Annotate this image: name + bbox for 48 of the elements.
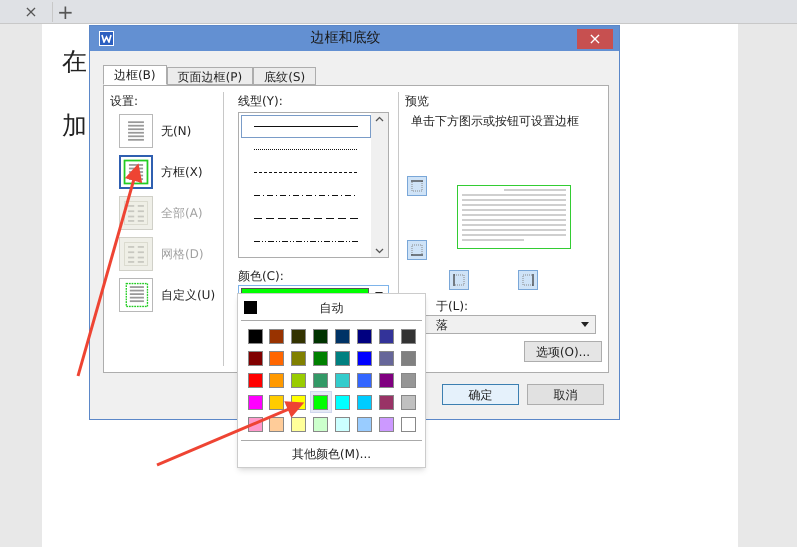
setting-label: 自定义(U): [161, 287, 216, 304]
dropdown-caret-icon: [581, 322, 589, 327]
document-text: 加: [62, 110, 87, 142]
scrollbar[interactable]: [371, 113, 388, 257]
dialog-tab[interactable]: 边框(B): [103, 65, 167, 85]
line-sample-icon: [254, 194, 358, 197]
line-sample-icon: [254, 148, 358, 151]
window-title: 边框和底纹: [310, 29, 382, 48]
setting-label: 全部(A): [161, 205, 203, 222]
border-edge-icon: [409, 178, 425, 194]
setting-label: 无(N): [161, 123, 192, 140]
auto-swatch-icon: [244, 301, 257, 314]
setting-label: 网格(D): [161, 246, 204, 263]
automatic-color-option[interactable]: 自动: [238, 295, 425, 320]
more-colors-option[interactable]: 其他颜色(M)...: [292, 445, 372, 463]
dialog-tab[interactable]: 底纹(S): [253, 67, 316, 85]
border-toggle-button[interactable]: [518, 270, 538, 290]
scroll-up-icon[interactable]: [375, 116, 384, 122]
border-edge-icon: [520, 272, 536, 288]
scroll-down-icon[interactable]: [375, 248, 384, 254]
dialog-button[interactable]: 确定: [442, 384, 519, 405]
preview-hint: 单击下方图示或按钮可设置边框: [411, 113, 580, 130]
close-button[interactable]: ×: [577, 28, 613, 48]
dialog-button[interactable]: 取消: [527, 384, 604, 405]
line-sample-icon: [254, 240, 358, 243]
border-edge-icon: [409, 242, 425, 258]
dialog-tab[interactable]: 页面边框(P): [166, 67, 254, 85]
border-toggle-button[interactable]: [449, 270, 469, 290]
border-setting-icon[interactable]: [119, 278, 153, 312]
preview-label: 预览: [405, 93, 430, 110]
apply-to-label: 于(L):: [436, 298, 470, 315]
close-tab-button[interactable]: ×: [24, 4, 38, 20]
setting-label: 方框(X): [161, 164, 203, 181]
border-toggle-button[interactable]: [407, 176, 427, 196]
line-sample-icon: [254, 125, 358, 128]
app-logo-icon: [99, 31, 114, 46]
color-label: 颜色(C):: [238, 268, 285, 285]
color-swatch[interactable]: [310, 391, 332, 413]
options-button[interactable]: 选项(O)...: [524, 341, 602, 362]
line-style-label: 线型(Y):: [238, 93, 284, 110]
line-style-option[interactable]: [241, 115, 371, 138]
line-sample-icon: [254, 171, 358, 174]
border-setting-icon[interactable]: [119, 114, 153, 148]
border-edge-icon: [451, 272, 467, 288]
border-toggle-button[interactable]: [407, 240, 427, 260]
settings-label: 设置:: [110, 93, 140, 110]
document-text: 在: [62, 46, 87, 78]
line-sample-icon: [254, 217, 358, 220]
